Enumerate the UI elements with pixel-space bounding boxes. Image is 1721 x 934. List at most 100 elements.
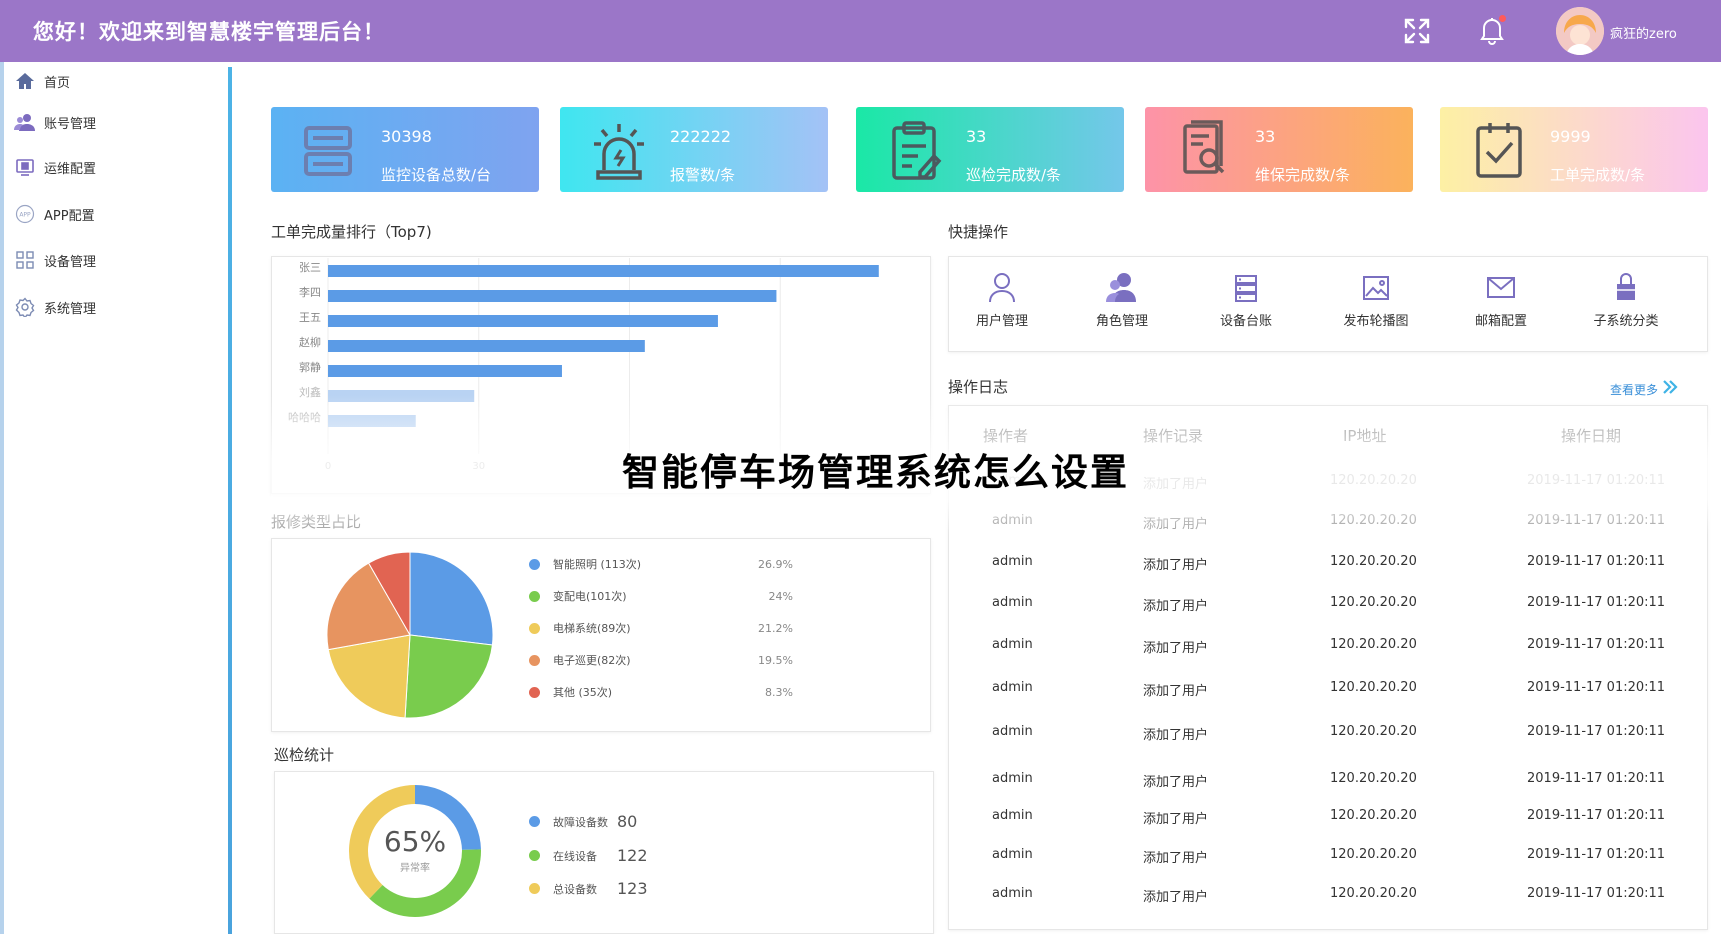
repair-legend-pct: 8.3% xyxy=(765,685,793,699)
log-col-ip: IP地址 xyxy=(1343,427,1387,445)
stat-value: 9999 xyxy=(1550,127,1591,146)
log-cell-operator: admin xyxy=(992,886,1033,901)
log-cell-ip: 120.20.20.20 xyxy=(1330,886,1417,901)
stat-value: 33 xyxy=(1255,127,1276,146)
pie-slice xyxy=(404,634,493,719)
sidebar-divider xyxy=(228,67,232,934)
legend-dot xyxy=(529,590,540,602)
stat-label: 维保完成数/条 xyxy=(1255,166,1351,184)
server-icon xyxy=(301,120,359,182)
grid-icon xyxy=(14,249,36,271)
sidebar-item-label: 系统管理 xyxy=(44,301,97,317)
log-cell-date: 2019-11-17 01:20:11 xyxy=(1527,473,1666,488)
stat-label: 报警数/条 xyxy=(670,166,736,184)
log-cell-operator: admin xyxy=(992,595,1033,610)
log-cell-ip: 120.20.20.20 xyxy=(1330,595,1417,610)
sidebar-item-accounts[interactable]: 账号管理 xyxy=(14,108,214,136)
view-more-link[interactable]: 查看更多 xyxy=(1610,378,1679,400)
notification-bell-icon[interactable] xyxy=(1479,15,1507,45)
top-header: 您好！欢迎来到智慧楼宇管理后台！ 疯狂的zero xyxy=(0,0,1721,62)
log-cell-operator: admin xyxy=(992,513,1033,528)
quick-op-role-mgmt[interactable]: 角色管理 xyxy=(1067,270,1177,329)
x-tick-label: 0 xyxy=(325,461,331,472)
log-cell-date: 2019-11-17 01:20:11 xyxy=(1527,554,1666,569)
log-cell-ip: 120.20.20.20 xyxy=(1330,847,1417,862)
y-category-label: 赵柳 xyxy=(299,335,321,349)
sidebar-item-app-config[interactable]: APP APP配置 xyxy=(14,200,214,228)
log-cell-operator: admin xyxy=(992,847,1033,862)
inspection-legend-item[interactable]: 故障设备数 80 xyxy=(529,812,637,831)
repair-legend-item[interactable]: 电子巡更(82次) 19.5% xyxy=(529,652,793,668)
sidebar-item-ops-config[interactable]: 运维配置 xyxy=(14,153,214,181)
image-icon xyxy=(1358,270,1394,306)
repair-legend-item[interactable]: 变配电(101次) 24% xyxy=(529,588,793,604)
inspection-percent-label: 异常率 xyxy=(400,863,430,874)
sidebar-item-device-mgmt[interactable]: 设备管理 xyxy=(14,246,214,274)
checkbox-icon xyxy=(1470,120,1528,182)
log-col-action: 操作记录 xyxy=(1143,427,1204,445)
username[interactable]: 疯狂的zero xyxy=(1610,23,1677,42)
stat-card-alarms[interactable]: 222222 报警数/条 xyxy=(560,107,828,192)
quick-op-subsystem-category[interactable]: 子系统分类 xyxy=(1571,270,1681,329)
repair-legend-item[interactable]: 电梯系统(89次) 21.2% xyxy=(529,620,793,636)
quick-op-publish-carousel[interactable]: 发布轮播图 xyxy=(1321,270,1431,329)
quick-op-device-ledger[interactable]: 设备台账 xyxy=(1191,270,1301,329)
log-cell-action: 添加了用户 xyxy=(1143,851,1209,866)
role-icon xyxy=(1104,270,1140,306)
log-cell-date: 2019-11-17 01:20:11 xyxy=(1527,637,1666,652)
quick-op-label: 发布轮播图 xyxy=(1343,314,1409,329)
quick-op-label: 角色管理 xyxy=(1095,314,1148,329)
inspection-legend-label: 在线设备 xyxy=(553,849,597,863)
quick-op-user-mgmt[interactable]: 用户管理 xyxy=(947,270,1057,329)
inspection-legend-item[interactable]: 总设备数 123 xyxy=(529,879,648,898)
inspection-percent: 65% xyxy=(383,825,447,858)
repair-legend-item[interactable]: 智能照明 (113次) 26.9% xyxy=(529,556,793,572)
repair-legend-item[interactable]: 其他 (35次) 8.3% xyxy=(529,684,793,700)
users-icon xyxy=(14,111,36,133)
inspection-legend-value: 122 xyxy=(617,846,648,865)
quick-op-mail-config[interactable]: 邮箱配置 xyxy=(1446,270,1556,329)
log-cell-operator: admin xyxy=(992,554,1033,569)
log-cell-ip: 120.20.20.20 xyxy=(1330,724,1417,739)
welcome-title: 您好！欢迎来到智慧楼宇管理后台！ xyxy=(33,20,385,44)
inspection-legend-item[interactable]: 在线设备 122 xyxy=(529,846,648,865)
repair-legend-pct: 19.5% xyxy=(758,653,793,667)
sidebar-item-system-mgmt[interactable]: 系统管理 xyxy=(14,293,214,321)
x-tick-label: 30 xyxy=(472,461,485,472)
svg-text:APP: APP xyxy=(19,212,31,219)
y-category-label: 李四 xyxy=(299,285,321,299)
double-chevron-right-icon xyxy=(1661,378,1679,400)
fullscreen-icon[interactable] xyxy=(1403,17,1431,45)
ledger-icon xyxy=(1228,270,1264,306)
log-cell-ip: 120.20.20.20 xyxy=(1330,771,1417,786)
quick-op-label: 用户管理 xyxy=(975,314,1028,329)
stat-card-monitor-devices[interactable]: 30398 监控设备总数/台 xyxy=(271,107,539,192)
y-category-label: 刘鑫 xyxy=(299,385,321,399)
subsystem-icon xyxy=(1608,270,1644,306)
stat-card-inspections[interactable]: 33 巡检完成数/条 xyxy=(856,107,1124,192)
gear-icon xyxy=(14,296,36,318)
y-category-label: 哈哈哈 xyxy=(288,411,321,424)
stat-value: 30398 xyxy=(381,127,432,146)
monitor-icon xyxy=(14,156,36,178)
log-cell-operator: admin xyxy=(992,808,1033,823)
repair-legend-label: 智能照明 (113次) xyxy=(553,558,642,571)
log-cell-action: 添加了用户 xyxy=(1143,517,1209,532)
log-cell-date: 2019-11-17 01:20:11 xyxy=(1527,771,1666,786)
legend-dot xyxy=(529,816,540,827)
stat-card-work-orders[interactable]: 9999 工单完成数/条 xyxy=(1440,107,1708,192)
bar xyxy=(328,290,777,302)
stat-label: 巡检完成数/条 xyxy=(966,166,1062,184)
stat-card-maintenance[interactable]: 33 维保完成数/条 xyxy=(1145,107,1413,192)
log-cell-date: 2019-11-17 01:20:11 xyxy=(1527,808,1666,823)
avatar[interactable] xyxy=(1556,7,1604,55)
stat-value: 222222 xyxy=(670,127,732,146)
bar xyxy=(328,365,562,377)
log-cell-date: 2019-11-17 01:20:11 xyxy=(1527,680,1666,695)
sidebar-item-label: 设备管理 xyxy=(44,254,97,270)
legend-dot xyxy=(529,622,540,634)
sidebar: 首页 账号管理 运维配置 APP APP配置 设备管理 系统管理 xyxy=(0,62,232,934)
sidebar-item-home[interactable]: 首页 xyxy=(14,67,214,95)
home-icon xyxy=(14,70,36,92)
log-cell-operator: admin xyxy=(992,724,1033,739)
